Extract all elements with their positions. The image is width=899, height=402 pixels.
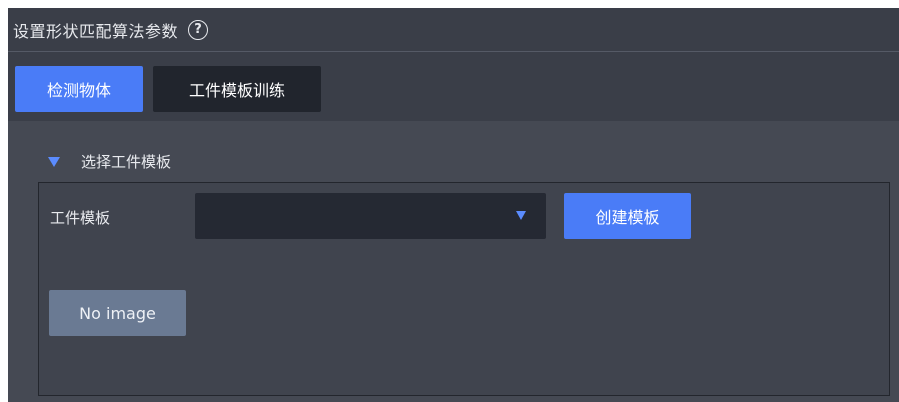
chevron-down-icon [516, 211, 526, 220]
create-template-button[interactable]: 创建模板 [564, 193, 691, 239]
tab-content: 选择工件模板 工件模板 创建模板 No image [8, 121, 899, 402]
template-field-label: 工件模板 [50, 209, 111, 227]
no-image-placeholder: No image [49, 290, 186, 336]
section-toggle-select-template[interactable]: 选择工件模板 [48, 151, 171, 172]
algorithm-settings-panel: 设置形状匹配算法参数 ? 检测物体 工件模板训练 选择工件模板 工件模板 创建模… [8, 8, 899, 402]
panel-header: 设置形状匹配算法参数 ? [8, 8, 899, 52]
panel-title: 设置形状匹配算法参数 [13, 21, 179, 41]
mode-tabs: 检测物体 工件模板训练 [8, 53, 899, 121]
template-group-box: 工件模板 创建模板 No image [38, 182, 890, 396]
template-select[interactable] [195, 193, 546, 239]
tab-detect-object[interactable]: 检测物体 [15, 66, 143, 112]
section-title: 选择工件模板 [81, 153, 172, 171]
tab-template-training[interactable]: 工件模板训练 [153, 66, 321, 112]
expand-triangle-icon [48, 156, 60, 167]
help-icon[interactable]: ? [188, 19, 209, 40]
